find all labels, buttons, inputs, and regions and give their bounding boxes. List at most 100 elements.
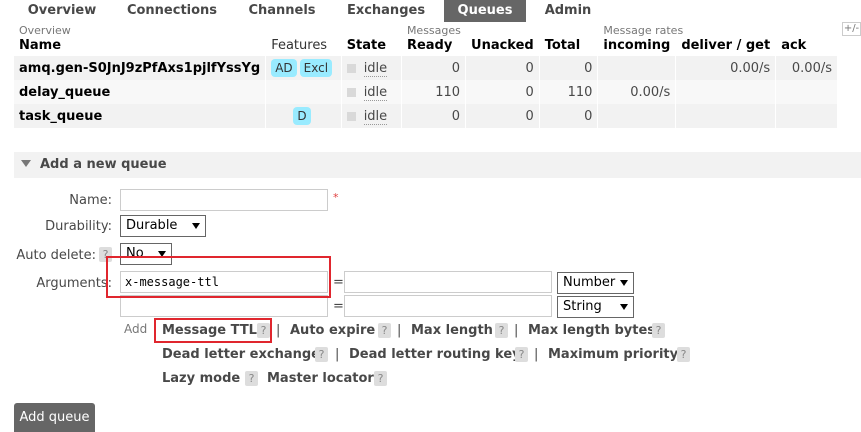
arg-link-lazy-mode[interactable]: Lazy mode — [162, 371, 240, 386]
arguments-label: Arguments: — [36, 276, 112, 291]
argument-key-input[interactable] — [120, 295, 328, 317]
arg-link-auto-expire[interactable]: Auto expire — [290, 323, 375, 338]
question-icon[interactable]: ? — [652, 323, 665, 338]
table-row[interactable]: task_queue D idle 0 0 0 — [14, 104, 838, 128]
column-toggle-button[interactable]: +/- — [842, 22, 861, 36]
argument-type-select[interactable]: Number — [557, 272, 634, 294]
state-text: idle — [363, 84, 388, 101]
arg-link-max-length[interactable]: Max length — [411, 323, 493, 338]
cell-incoming — [597, 56, 677, 80]
cell-ack: 0.00/s — [775, 56, 838, 80]
question-icon[interactable]: ? — [374, 371, 387, 386]
top-nav: Overview Connections Channels Exchanges … — [0, 0, 861, 22]
col-total[interactable]: Total — [539, 36, 599, 56]
feature-badge-exclusive: Excl — [299, 59, 333, 77]
state-indicator-icon — [346, 63, 356, 73]
argument-value-input[interactable] — [344, 295, 552, 317]
queue-name-link[interactable]: task_queue — [19, 109, 102, 124]
arg-link-max-length-bytes[interactable]: Max length bytes — [528, 323, 655, 338]
add-queue-section-header[interactable]: Add a new queue — [14, 152, 861, 178]
tab-connections[interactable]: Connections — [115, 0, 229, 22]
table-row[interactable]: amq.gen-S0JnJ9zPfAxs1pjlfYssYg AD Excl id… — [14, 56, 838, 80]
queue-name-link[interactable]: amq.gen-S0JnJ9zPfAxs1pjlfYssYg — [19, 61, 260, 76]
queue-name-link[interactable]: delay_queue — [19, 85, 110, 100]
question-icon[interactable]: ? — [495, 323, 508, 338]
durability-label: Durability: — [45, 219, 112, 234]
group-messages: Messages — [401, 22, 599, 36]
queues-table: Overview Messages Message rates Name Fea… — [14, 22, 838, 128]
question-icon[interactable]: ? — [515, 347, 528, 362]
cell-incoming: 0.00/s — [597, 80, 677, 104]
col-incoming[interactable]: incoming — [597, 36, 677, 56]
argument-type-select[interactable]: String — [557, 296, 634, 318]
arg-link-dead-letter-exchange[interactable]: Dead letter exchange — [162, 347, 320, 362]
chevron-down-icon — [192, 223, 200, 229]
highlight-box — [106, 256, 331, 298]
argument-type-value: Number — [563, 275, 616, 290]
cell-ready: 0 — [401, 56, 467, 80]
argument-type-value: String — [563, 299, 602, 314]
cell-deliver-get — [675, 80, 777, 104]
cell-ack — [775, 104, 838, 128]
arg-link-maximum-priority[interactable]: Maximum priority — [548, 347, 678, 362]
cell-deliver-get: 0.00/s — [675, 56, 777, 80]
tab-overview[interactable]: Overview — [14, 0, 110, 22]
equals-sign: = — [333, 275, 344, 290]
tab-admin[interactable]: Admin — [532, 0, 604, 22]
question-icon[interactable]: ? — [245, 371, 258, 386]
cell-total: 110 — [539, 80, 599, 104]
cell-unacked: 0 — [465, 104, 540, 128]
state-indicator-icon — [346, 87, 356, 97]
cell-total: 0 — [539, 104, 599, 128]
col-features: Features — [265, 36, 342, 56]
cell-ready: 0 — [401, 104, 467, 128]
state-text: idle — [363, 60, 388, 77]
equals-sign: = — [333, 299, 344, 314]
auto-delete-label: Auto delete: — [16, 248, 96, 263]
cell-incoming — [597, 104, 677, 128]
question-icon[interactable]: ? — [378, 323, 391, 338]
highlight-box — [154, 318, 272, 343]
cell-unacked: 0 — [465, 56, 540, 80]
required-mark: * — [333, 191, 339, 204]
col-name[interactable]: Name — [14, 36, 267, 56]
table-row[interactable]: delay_queue idle 110 0 110 0.00/s — [14, 80, 838, 104]
col-ack[interactable]: ack — [775, 36, 838, 56]
separator: | — [397, 323, 402, 338]
cell-total: 0 — [539, 56, 599, 80]
cell-unacked: 0 — [465, 80, 540, 104]
feature-badge-durable: D — [293, 107, 311, 125]
separator: | — [276, 323, 281, 338]
durability-value: Durable — [126, 218, 178, 233]
tab-channels[interactable]: Channels — [236, 0, 328, 22]
cell-deliver-get — [675, 104, 777, 128]
group-overview: Overview — [14, 22, 402, 36]
state-indicator-icon — [346, 111, 356, 121]
arg-link-dead-letter-routing-key[interactable]: Dead letter routing key — [349, 347, 521, 362]
question-icon[interactable]: ? — [677, 347, 690, 362]
tab-exchanges[interactable]: Exchanges — [336, 0, 436, 22]
cell-features — [265, 80, 342, 104]
argument-value-input[interactable] — [344, 271, 552, 293]
queue-name-input[interactable] — [120, 189, 328, 211]
triangle-down-icon — [21, 160, 31, 167]
add-label: Add — [124, 322, 148, 336]
cell-ready: 110 — [401, 80, 467, 104]
question-icon[interactable]: ? — [315, 347, 328, 362]
chevron-down-icon — [620, 304, 628, 310]
section-title: Add a new queue — [40, 157, 167, 172]
durability-select[interactable]: Durable — [120, 215, 206, 237]
chevron-down-icon — [620, 280, 628, 286]
cell-ack — [775, 80, 838, 104]
col-unacked[interactable]: Unacked — [465, 36, 540, 56]
col-state[interactable]: State — [341, 36, 402, 56]
feature-badge-autodelete: AD — [271, 59, 297, 77]
col-ready[interactable]: Ready — [401, 36, 467, 56]
arg-link-master-locator[interactable]: Master locator — [267, 371, 374, 386]
separator: | — [534, 347, 539, 362]
group-message-rates: Message rates — [597, 22, 838, 36]
col-deliver-get[interactable]: deliver / get — [675, 36, 777, 56]
separator: | — [335, 347, 340, 362]
tab-queues[interactable]: Queues — [444, 0, 526, 22]
add-queue-button[interactable]: Add queue — [14, 403, 95, 432]
